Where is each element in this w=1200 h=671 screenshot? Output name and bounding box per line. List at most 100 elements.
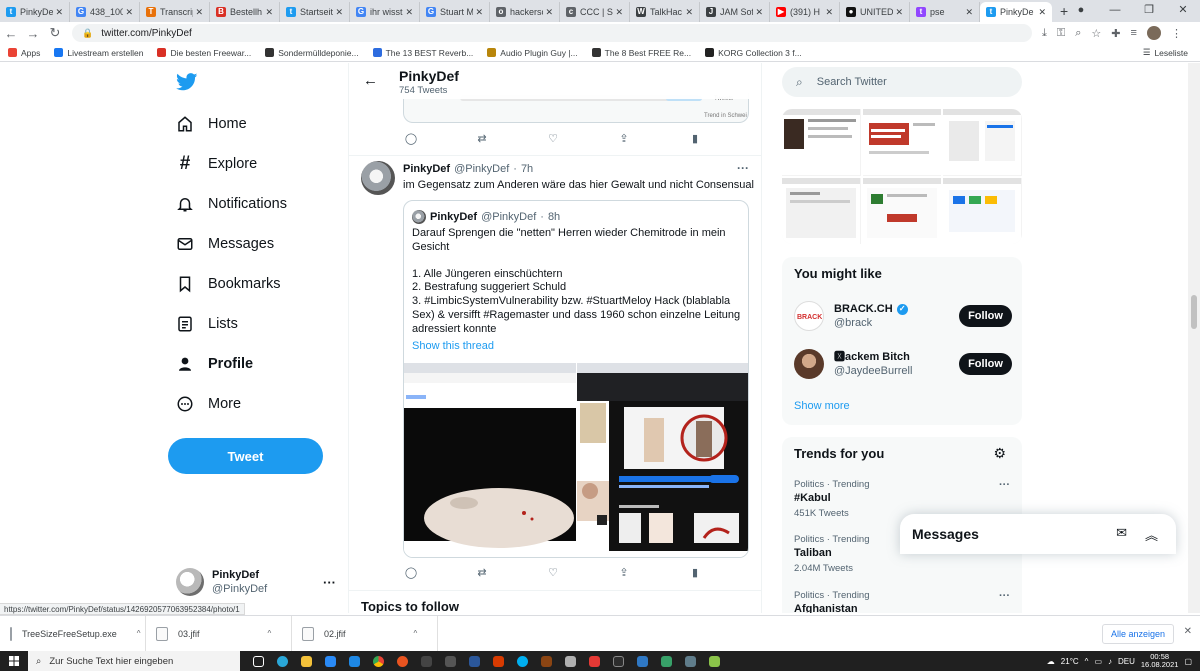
maximize-button[interactable]: ❐	[1132, 0, 1166, 22]
browser-tab[interactable]: t PinkyDe ✕	[0, 2, 70, 22]
browser-tab[interactable]: Gihr wisst ✕	[350, 2, 420, 22]
app-icon[interactable]	[654, 651, 678, 671]
browser-tab[interactable]: t PinkyDe ✕	[980, 2, 1052, 22]
analytics-icon[interactable]: ▮	[687, 566, 703, 579]
nav-item-profile[interactable]: Profile	[176, 350, 253, 378]
media-thumb[interactable]	[862, 177, 942, 244]
app-icon[interactable]	[582, 651, 606, 671]
app-icon[interactable]	[462, 651, 486, 671]
trend-more-icon[interactable]: ···	[999, 590, 1010, 602]
forward-arrow-icon[interactable]: →	[22, 26, 44, 41]
browser-tab[interactable]: G Stuart M ✕	[420, 2, 490, 22]
suggested-account[interactable]: 🆇ackem Bitch @JaydeeBurrell Follow	[794, 347, 1012, 381]
nav-item-bookmarks[interactable]: Bookmarks	[176, 270, 281, 298]
browser-menu-icon[interactable]: ⋮	[1171, 27, 1182, 40]
app-icon[interactable]	[630, 651, 654, 671]
file-explorer-icon[interactable]	[294, 651, 318, 671]
app-icon[interactable]	[486, 651, 510, 671]
tray-chevron-icon[interactable]: ^	[1085, 657, 1089, 666]
tweet-handle[interactable]: @PinkyDef	[454, 163, 509, 175]
nav-item-explore[interactable]: # Explore	[176, 150, 257, 178]
edge-icon[interactable]	[270, 651, 294, 671]
task-view-icon[interactable]	[246, 651, 270, 671]
weather-icon[interactable]: ☁	[1047, 657, 1055, 666]
twitter-logo-icon[interactable]	[176, 73, 198, 94]
key-icon[interactable]: ⚿	[1057, 27, 1065, 40]
profile-avatar[interactable]	[1146, 26, 1161, 40]
chrome-icon[interactable]	[366, 651, 390, 671]
nav-item-more[interactable]: More	[176, 390, 241, 418]
reply-icon[interactable]: ◯	[403, 132, 419, 145]
skype-icon[interactable]	[510, 651, 534, 671]
scrollbar-thumb[interactable]	[1191, 295, 1197, 329]
trend-more-icon[interactable]: ···	[999, 479, 1010, 491]
close-tab-icon[interactable]: ✕	[895, 7, 903, 18]
chevron-up-icon[interactable]: ^	[137, 629, 141, 638]
chevron-up-icon[interactable]: ^	[414, 629, 418, 638]
download-item[interactable]: TreeSizeFreeSetup.exe ^	[0, 615, 146, 652]
close-tab-icon[interactable]: ✕	[125, 7, 133, 18]
media-thumb[interactable]	[943, 109, 1022, 176]
like-icon[interactable]: ♡	[545, 566, 561, 579]
zoom-icon[interactable]: ⌕	[1075, 27, 1081, 40]
volume-icon[interactable]: ♪	[1108, 657, 1112, 666]
close-tab-icon[interactable]: ✕	[685, 7, 693, 18]
bookmark-item[interactable]: Apps	[8, 48, 40, 58]
back-arrow-icon[interactable]: ←	[0, 26, 22, 41]
suggested-account[interactable]: BRACK BRACK.CH ✓ @brack Follow	[794, 299, 1012, 333]
bookmark-item[interactable]: Livestream erstellen	[54, 48, 143, 58]
share-icon[interactable]: ⇪	[616, 566, 632, 579]
back-arrow-icon[interactable]: ←	[363, 72, 378, 89]
tweet-avatar[interactable]	[361, 161, 395, 195]
tweet-time[interactable]: 7h	[521, 163, 533, 175]
quote-image[interactable]	[404, 363, 748, 557]
settings-gear-icon[interactable]: ⚙	[993, 445, 1006, 462]
close-window-button[interactable]: ✕	[1166, 0, 1200, 22]
share-icon[interactable]: ⇪	[616, 132, 632, 145]
close-downloads-icon[interactable]: ✕	[1184, 626, 1192, 637]
install-icon[interactable]: ⤓	[1042, 27, 1047, 40]
close-tab-icon[interactable]: ✕	[195, 7, 203, 18]
retweet-icon[interactable]: ⇄	[474, 566, 490, 579]
browser-tab[interactable]: o hackersc ✕	[490, 2, 560, 22]
close-tab-icon[interactable]: ✕	[405, 7, 413, 18]
browser-tab[interactable]: t pse ✕	[910, 2, 980, 22]
media-thumb[interactable]	[943, 177, 1022, 244]
taskbar-clock[interactable]: 00:58 16.08.2021	[1141, 653, 1179, 669]
live-app-icon[interactable]	[438, 651, 462, 671]
browser-tab[interactable]: T Transcrip✕	[140, 2, 210, 22]
app-icon[interactable]	[678, 651, 702, 671]
close-tab-icon[interactable]: ✕	[755, 7, 763, 18]
nav-item-lists[interactable]: Lists	[176, 310, 238, 338]
nav-item-notifications[interactable]: Notifications	[176, 190, 287, 218]
browser-tab[interactable]: B Bestellh ✕	[210, 2, 280, 22]
tweet-button[interactable]: Tweet	[168, 438, 323, 474]
page-scrollbar[interactable]	[1188, 63, 1200, 613]
taskbar-search-input[interactable]: ⌕ Zur Suche Text hier eingeben	[28, 651, 240, 671]
account-switcher[interactable]: PinkyDef @PinkyDef ···	[176, 568, 336, 596]
store-icon[interactable]	[318, 651, 342, 671]
close-tab-icon[interactable]: ✕	[545, 7, 553, 18]
browser-tab[interactable]: ● UNITED ✕	[840, 2, 910, 22]
tweet-display-name[interactable]: PinkyDef	[403, 163, 450, 175]
minimize-button[interactable]: —	[1098, 0, 1132, 22]
show-all-downloads-button[interactable]: Alle anzeigen	[1101, 624, 1174, 644]
show-thread-link[interactable]: Show this thread	[412, 340, 494, 352]
reading-list-icon[interactable]: ≡	[1131, 27, 1137, 39]
quoted-tweet[interactable]: PinkyDef @PinkyDef · 8h Darauf Sprengen …	[403, 200, 749, 558]
network-icon[interactable]: ▭	[1094, 657, 1102, 666]
chevron-up-icon[interactable]: ^	[268, 629, 272, 638]
bookmark-item[interactable]: Die besten Freewar...	[157, 48, 251, 58]
profile-menu-icon[interactable]: ●	[1064, 0, 1098, 22]
close-tab-icon[interactable]: ✕	[965, 7, 973, 18]
nav-item-home[interactable]: Home	[176, 110, 247, 138]
nav-item-messages[interactable]: Messages	[176, 230, 274, 258]
app-icon[interactable]	[534, 651, 558, 671]
extensions-icon[interactable]: ✚	[1111, 27, 1120, 40]
bookmark-item[interactable]: The 8 Best FREE Re...	[591, 48, 691, 58]
show-more-link[interactable]: Show more	[794, 400, 850, 412]
browser-tab[interactable]: ▶ (391) H ✕	[770, 2, 840, 22]
download-item[interactable]: 02.jfif ^	[292, 615, 438, 652]
bookmark-item[interactable]: The 13 BEST Reverb...	[372, 48, 473, 58]
browser-tab[interactable]: W TalkHac ✕	[630, 2, 700, 22]
